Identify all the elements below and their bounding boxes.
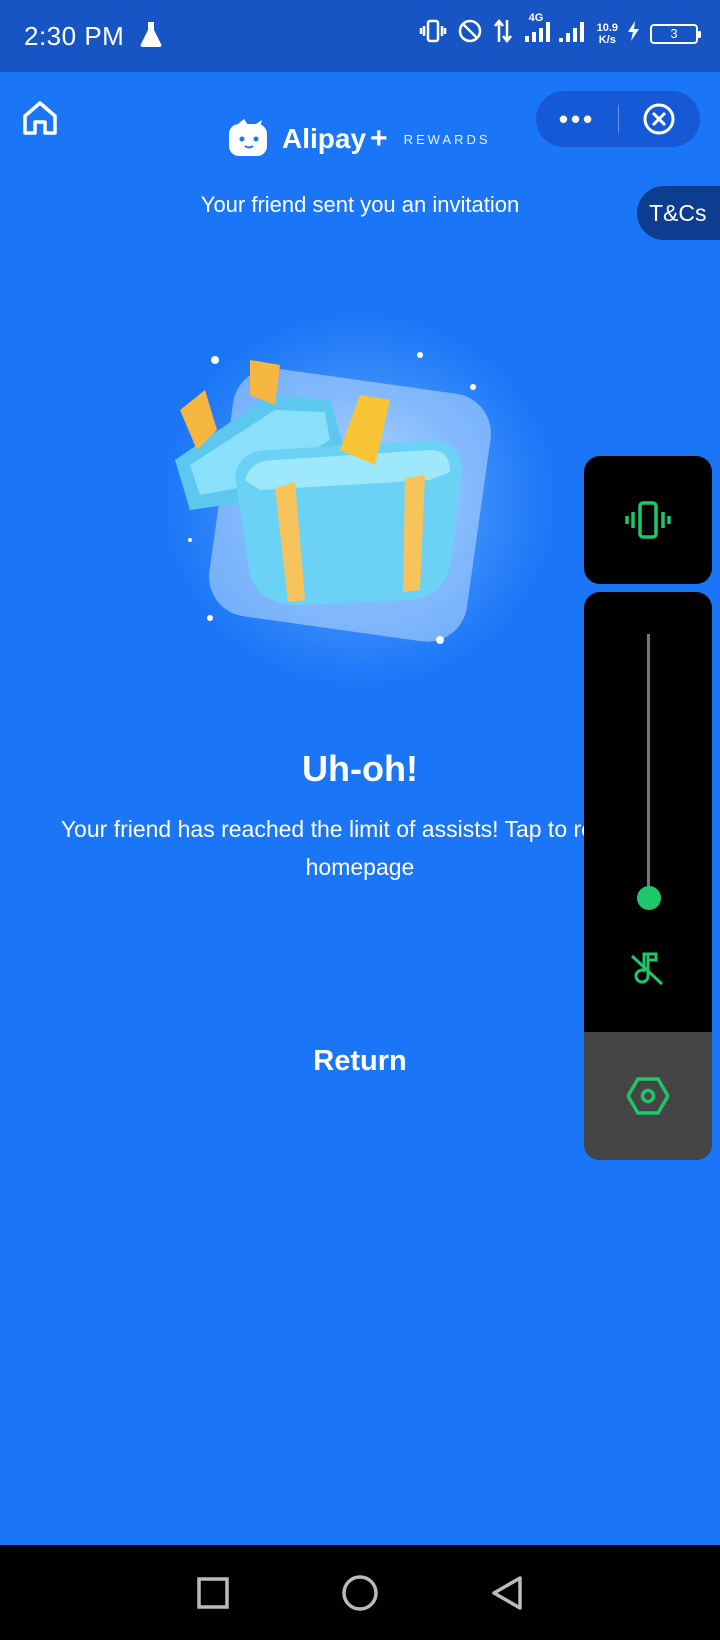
logo-plus: +	[370, 122, 388, 155]
data-arrows-icon	[493, 18, 513, 49]
invitation-text: Your friend sent you an invitation	[200, 192, 520, 217]
logo-tagline: REWARDS	[403, 131, 491, 147]
system-nav-bar	[0, 1545, 720, 1640]
gift-box-illustration	[130, 300, 590, 700]
gift-box-image	[175, 352, 491, 644]
recents-button[interactable]	[191, 1571, 235, 1615]
battery-level: 3	[670, 26, 678, 41]
recents-square-icon	[197, 1576, 230, 1609]
flask-icon	[138, 20, 164, 53]
vibrate-icon	[625, 501, 671, 539]
network-speed: 10.9 K/s	[597, 22, 618, 46]
close-circle-icon	[643, 103, 675, 135]
close-button[interactable]	[619, 102, 699, 136]
volume-panel	[584, 592, 712, 1160]
volume-slider-knob[interactable]	[637, 886, 661, 910]
alipay-rewards-logo: Alipay + REWARDS	[226, 118, 491, 160]
home-nav-button[interactable]	[338, 1571, 382, 1615]
vibrate-status-icon	[419, 18, 447, 49]
battery-icon: 3	[650, 23, 701, 44]
speed-value: 10.9	[596, 21, 618, 34]
music-mute-icon[interactable]	[628, 948, 668, 988]
tcs-button[interactable]: T&Cs	[637, 186, 720, 240]
settings-hex-icon	[627, 1077, 669, 1115]
back-triangle-icon	[491, 1575, 522, 1610]
charging-icon	[628, 21, 640, 46]
volume-settings-button[interactable]	[584, 1032, 712, 1160]
home-button[interactable]	[20, 98, 60, 138]
status-time: 2:30 PM	[24, 20, 125, 51]
status-icons: 4G 10.9 K/s 3	[419, 12, 701, 49]
signal-icon: 4G	[523, 12, 587, 49]
status-bar: 2:30 PM 4G 10.9 K/s 3	[0, 0, 720, 72]
mascot-icon	[229, 119, 267, 156]
back-button[interactable]	[485, 1571, 529, 1615]
vibrate-toggle-button[interactable]	[584, 456, 712, 584]
logo-name: Alipay	[282, 123, 367, 154]
return-button[interactable]: Return	[260, 1036, 460, 1086]
network-type: 4G	[528, 12, 544, 24]
volume-slider-track[interactable]	[647, 634, 650, 896]
home-circle-icon	[342, 1574, 378, 1611]
dnd-icon	[457, 18, 483, 49]
home-icon	[23, 101, 57, 135]
more-button[interactable]: •••	[536, 106, 618, 132]
speed-unit: K/s	[598, 33, 616, 46]
mini-app-capsule: •••	[536, 91, 700, 147]
